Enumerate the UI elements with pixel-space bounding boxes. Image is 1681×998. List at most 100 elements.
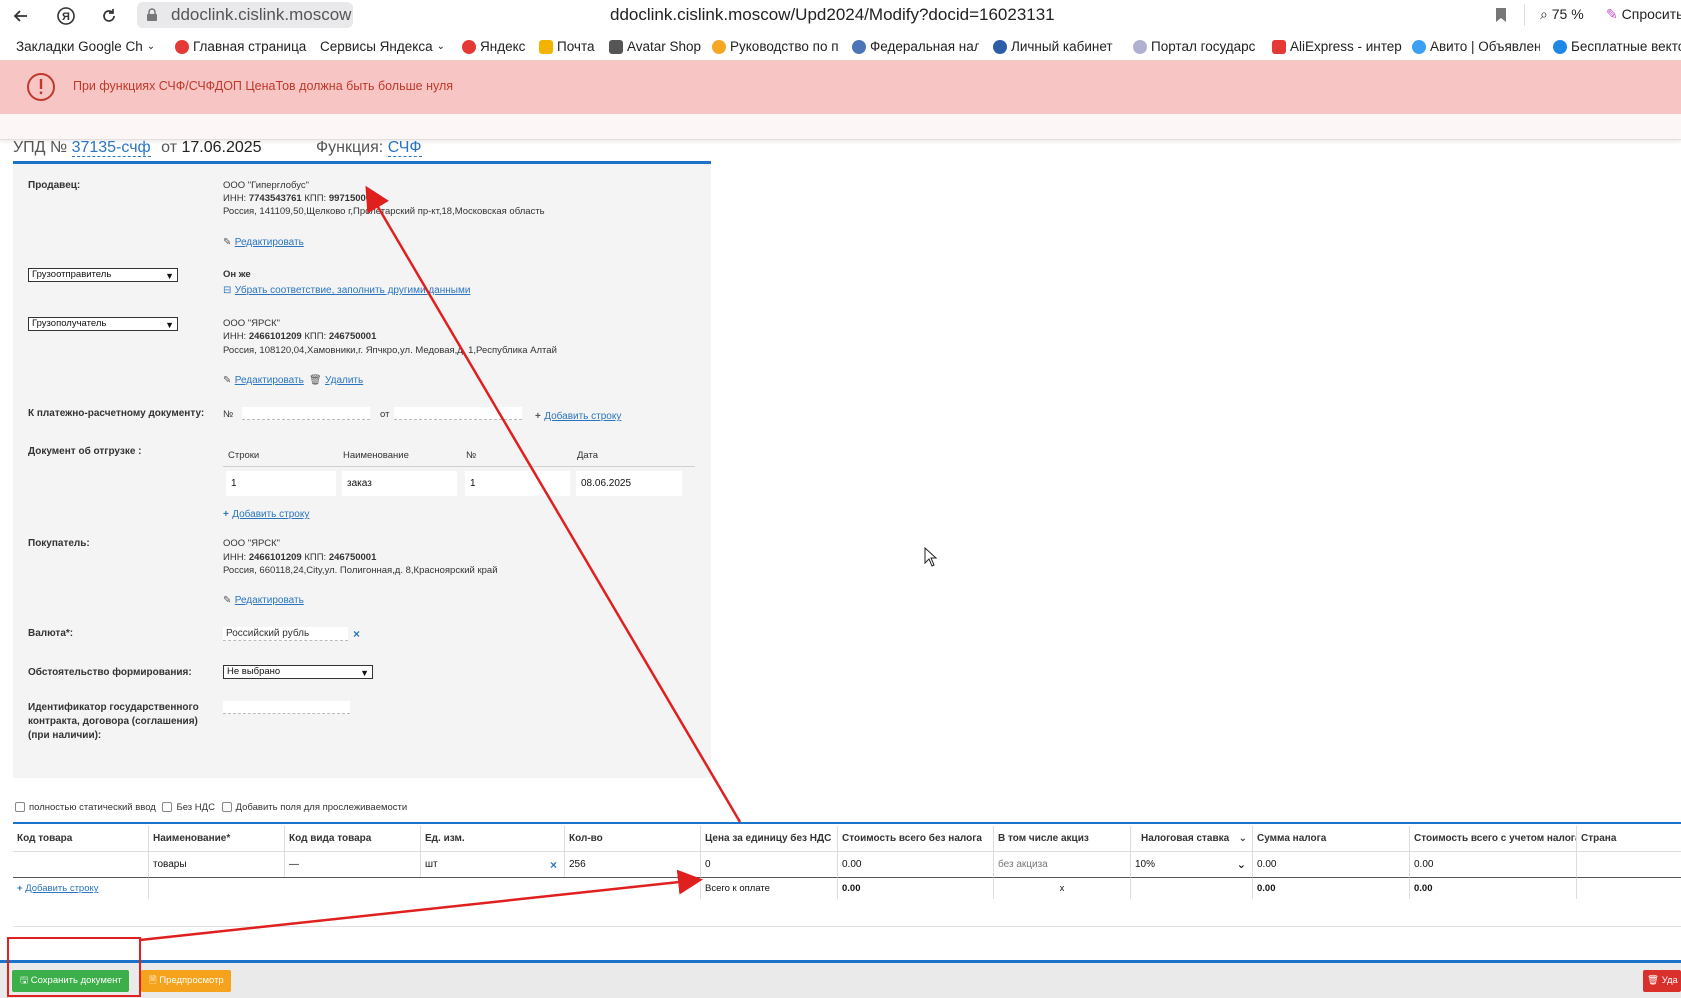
shipment-name-input[interactable]: заказ — [342, 471, 457, 496]
shipper-remove-label: Убрать соответствие, заполнить другими д… — [234, 285, 471, 296]
cell-unit[interactable]: шт × — [421, 851, 565, 877]
payment-date-input[interactable] — [394, 407, 522, 420]
gov-contract-label-line3: (при наличии): — [28, 730, 102, 741]
pencil-icon: ✎ — [223, 595, 232, 606]
shipment-col-number: № — [466, 450, 477, 461]
bookmark-label: AliExpress - интер — [1290, 39, 1402, 54]
bookmark-label: Закладки Google Ch — [16, 39, 143, 54]
function-value[interactable]: СЧФ — [387, 139, 422, 157]
cell-cost-no-tax[interactable]: 0.00 — [838, 851, 994, 877]
bookmark-item-aliexpress[interactable]: AliExpress - интер — [1272, 37, 1402, 57]
save-document-button[interactable]: 🖫 Сохранить документ — [12, 970, 129, 992]
static-input-checkbox[interactable]: полностью статический ввод — [15, 802, 156, 813]
cell-kind-code[interactable]: — — [285, 851, 421, 877]
no-vat-checkbox[interactable]: Без НДС — [162, 802, 215, 813]
buyer-edit-label: Редактировать — [234, 595, 304, 606]
unit-clear-icon[interactable]: × — [550, 852, 557, 877]
zoom-indicator[interactable]: ⌕ 75 % — [1540, 6, 1584, 23]
buyer-label: Покупатель: — [28, 538, 90, 549]
gov-contract-input[interactable] — [223, 701, 350, 714]
address-bar-host[interactable]: ddoclink.cislink.moscow — [137, 2, 353, 28]
seller-edit-link[interactable]: ✎ Редактировать — [223, 234, 304, 248]
cell-qty[interactable]: 256 — [565, 851, 701, 877]
cell-price[interactable]: 0 — [701, 851, 838, 877]
bookmark-label: Личный кабинет — [1011, 39, 1113, 54]
bookmark-item-free-vectors[interactable]: Бесплатные векто — [1553, 37, 1681, 57]
shipper-same-label: Он же — [223, 269, 251, 280]
bookmark-item-mail[interactable]: Почта — [539, 37, 597, 57]
consignee-kpp-label: КПП: — [304, 331, 327, 342]
shipper-select[interactable]: Грузоотправитель ▼ — [28, 268, 178, 282]
gov-portal-icon — [1133, 40, 1147, 54]
col-unit: Ед. изм. — [421, 826, 565, 851]
bookmark-item-tax-service[interactable]: Федеральная нал — [852, 37, 979, 57]
shipment-rows-input[interactable]: 1 — [226, 471, 336, 496]
cell-cost-with-tax[interactable]: 0.00 — [1410, 851, 1577, 877]
currency-clear-icon[interactable]: × — [353, 627, 360, 641]
cell-tax-rate-select[interactable]: 10% ⌄ — [1131, 851, 1253, 877]
doc-date[interactable]: 17.06.2025 — [181, 139, 261, 156]
col-tax-rate-label: Налоговая ставка — [1141, 833, 1230, 844]
bookmark-item-google[interactable]: Закладки Google Ch ⌄ — [16, 37, 171, 57]
cell-country[interactable] — [1577, 851, 1681, 877]
back-button[interactable] — [9, 4, 33, 28]
currency-input[interactable]: Российский рубль — [223, 627, 348, 641]
payment-add-row-link[interactable]: + Добавить строку — [535, 408, 621, 422]
cell-name[interactable]: товары — [149, 851, 285, 877]
shipment-add-row-link[interactable]: + Добавить строку — [223, 506, 309, 520]
bookmark-item-gov-portal[interactable]: Портал государс — [1133, 37, 1258, 57]
payment-number-input[interactable] — [242, 407, 370, 420]
yandex-button[interactable]: Я — [54, 4, 78, 28]
col-tax-rate[interactable]: Налоговая ставка ⌄ — [1131, 826, 1253, 851]
buyer-inn-line: ИНН: 2466101209 КПП: 246750001 — [223, 552, 376, 563]
total-cost-no-tax: 0.00 — [838, 877, 994, 899]
avatar-shop-icon — [609, 40, 623, 54]
bookmark-item-yandex[interactable]: Яндекс — [462, 37, 532, 57]
lock-icon — [147, 8, 157, 21]
bookmark-item-avatar-shop[interactable]: Avatar Shop — [609, 37, 704, 57]
bookmark-item-personal-account[interactable]: Личный кабинет — [993, 37, 1121, 57]
buyer-edit-link[interactable]: ✎ Редактировать — [223, 592, 304, 606]
shipment-date-input[interactable]: 08.06.2025 — [576, 471, 682, 496]
shipper-remove-link[interactable]: ⊟ Убрать соответствие, заполнить другими… — [223, 282, 470, 296]
arrow-left-icon — [13, 10, 27, 22]
reload-button[interactable] — [97, 4, 121, 28]
consignee-select[interactable]: Грузополучатель ▼ — [28, 317, 178, 331]
address-url[interactable]: ddoclink.cislink.moscow/Upd2024/Modify?d… — [610, 4, 1055, 26]
totals-spacer — [149, 877, 701, 899]
ask-button[interactable]: ✎ Спросить — [1606, 6, 1681, 23]
circumstance-select[interactable]: Не выбрано ▼ — [223, 665, 373, 679]
circumstance-select-value: Не выбрано — [227, 666, 281, 677]
consignee-select-value: Грузополучатель — [32, 318, 107, 329]
static-input-label: полностью статический ввод — [29, 802, 156, 813]
cell-tax-sum[interactable]: 0.00 — [1253, 851, 1410, 877]
bookmark-item-avito[interactable]: Авито | Объявлен — [1412, 37, 1540, 57]
bookmark-icon[interactable] — [1495, 7, 1507, 23]
buyer-address: Россия, 660118,24,City,ул. Полигонная,д.… — [223, 565, 498, 576]
traceability-checkbox[interactable]: Добавить поля для прослеживаемости — [221, 802, 408, 813]
shipment-number-input[interactable]: 1 — [465, 471, 570, 496]
cell-product-code[interactable] — [13, 851, 149, 877]
bookmark-label: Яндекс — [480, 39, 526, 54]
free-vectors-icon — [1553, 40, 1567, 54]
doc-number[interactable]: 37135-счф — [71, 139, 151, 157]
seller-address: Россия, 141109,50,Щелково г,Пролетарский… — [223, 206, 545, 217]
traceability-label: Добавить поля для прослеживаемости — [235, 802, 408, 813]
bookmark-item-yandex-services[interactable]: Сервисы Яндекса ⌄ — [320, 37, 454, 57]
bookmark-item-main-page[interactable]: Главная страница — [175, 37, 307, 57]
items-add-row-link[interactable]: + Добавить строку — [13, 877, 149, 899]
payment-add-row-label: Добавить строку — [544, 411, 622, 422]
seller-name: ООО "Гиперглобус" — [223, 180, 309, 191]
consignee-delete-link[interactable]: 🗑 Удалить — [309, 372, 363, 386]
zoom-value: 75 % — [1551, 6, 1584, 22]
preview-button[interactable]: 🗎 Предпросмотр — [141, 970, 231, 992]
address-host-text: ddoclink.cislink.moscow — [171, 5, 352, 24]
shipment-doc-label: Документ об отгрузке : — [28, 446, 142, 457]
delete-document-button[interactable]: 🗑 Уда — [1643, 970, 1681, 992]
cell-excise[interactable]: без акциза — [994, 851, 1131, 877]
consignee-edit-link[interactable]: ✎ Редактировать — [223, 372, 304, 386]
function-label: Функция: — [316, 139, 384, 156]
bookmark-item-guide[interactable]: Руководство по п — [712, 37, 838, 57]
zoom-search-icon: ⌕ — [1540, 6, 1548, 22]
plus-icon: + — [535, 411, 541, 422]
